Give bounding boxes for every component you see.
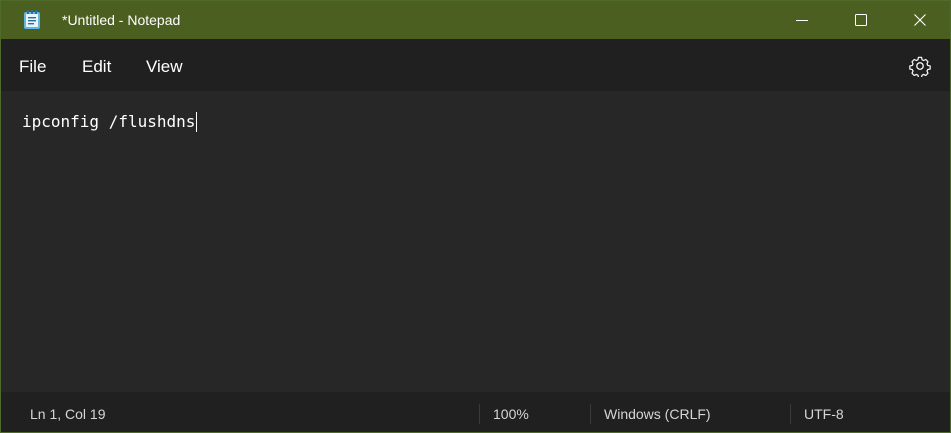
gear-icon — [909, 56, 931, 81]
menu-file[interactable]: File — [19, 57, 46, 77]
line-ending: Windows (CRLF) — [604, 406, 711, 422]
close-icon — [914, 14, 926, 26]
maximize-button[interactable] — [832, 1, 890, 39]
text-editor[interactable]: ipconfig /flushdns — [1, 91, 950, 392]
menu-edit[interactable]: Edit — [82, 57, 111, 77]
editor-text-line: ipconfig /flushdns — [22, 112, 196, 131]
status-bar: Ln 1, Col 19 100% Windows (CRLF) UTF-8 — [1, 392, 950, 432]
encoding: UTF-8 — [804, 406, 844, 422]
status-divider — [479, 404, 480, 424]
maximize-icon — [855, 14, 867, 26]
status-divider — [790, 404, 791, 424]
notepad-window: *Untitled - Notepad File Edit View ipcon… — [0, 0, 951, 433]
notepad-icon — [23, 10, 41, 30]
minimize-icon — [796, 14, 808, 26]
settings-button[interactable] — [909, 55, 931, 79]
editor-content[interactable]: ipconfig /flushdns — [22, 112, 198, 132]
minimize-button[interactable] — [773, 1, 831, 39]
window-title: *Untitled - Notepad — [62, 12, 181, 28]
close-button[interactable] — [891, 1, 949, 39]
cursor-position: Ln 1, Col 19 — [30, 406, 106, 422]
status-divider — [590, 404, 591, 424]
menu-view[interactable]: View — [146, 57, 183, 77]
zoom-level: 100% — [493, 406, 529, 422]
text-caret — [196, 112, 198, 132]
title-bar[interactable]: *Untitled - Notepad — [1, 1, 950, 39]
menu-bar: File Edit View — [1, 39, 950, 91]
